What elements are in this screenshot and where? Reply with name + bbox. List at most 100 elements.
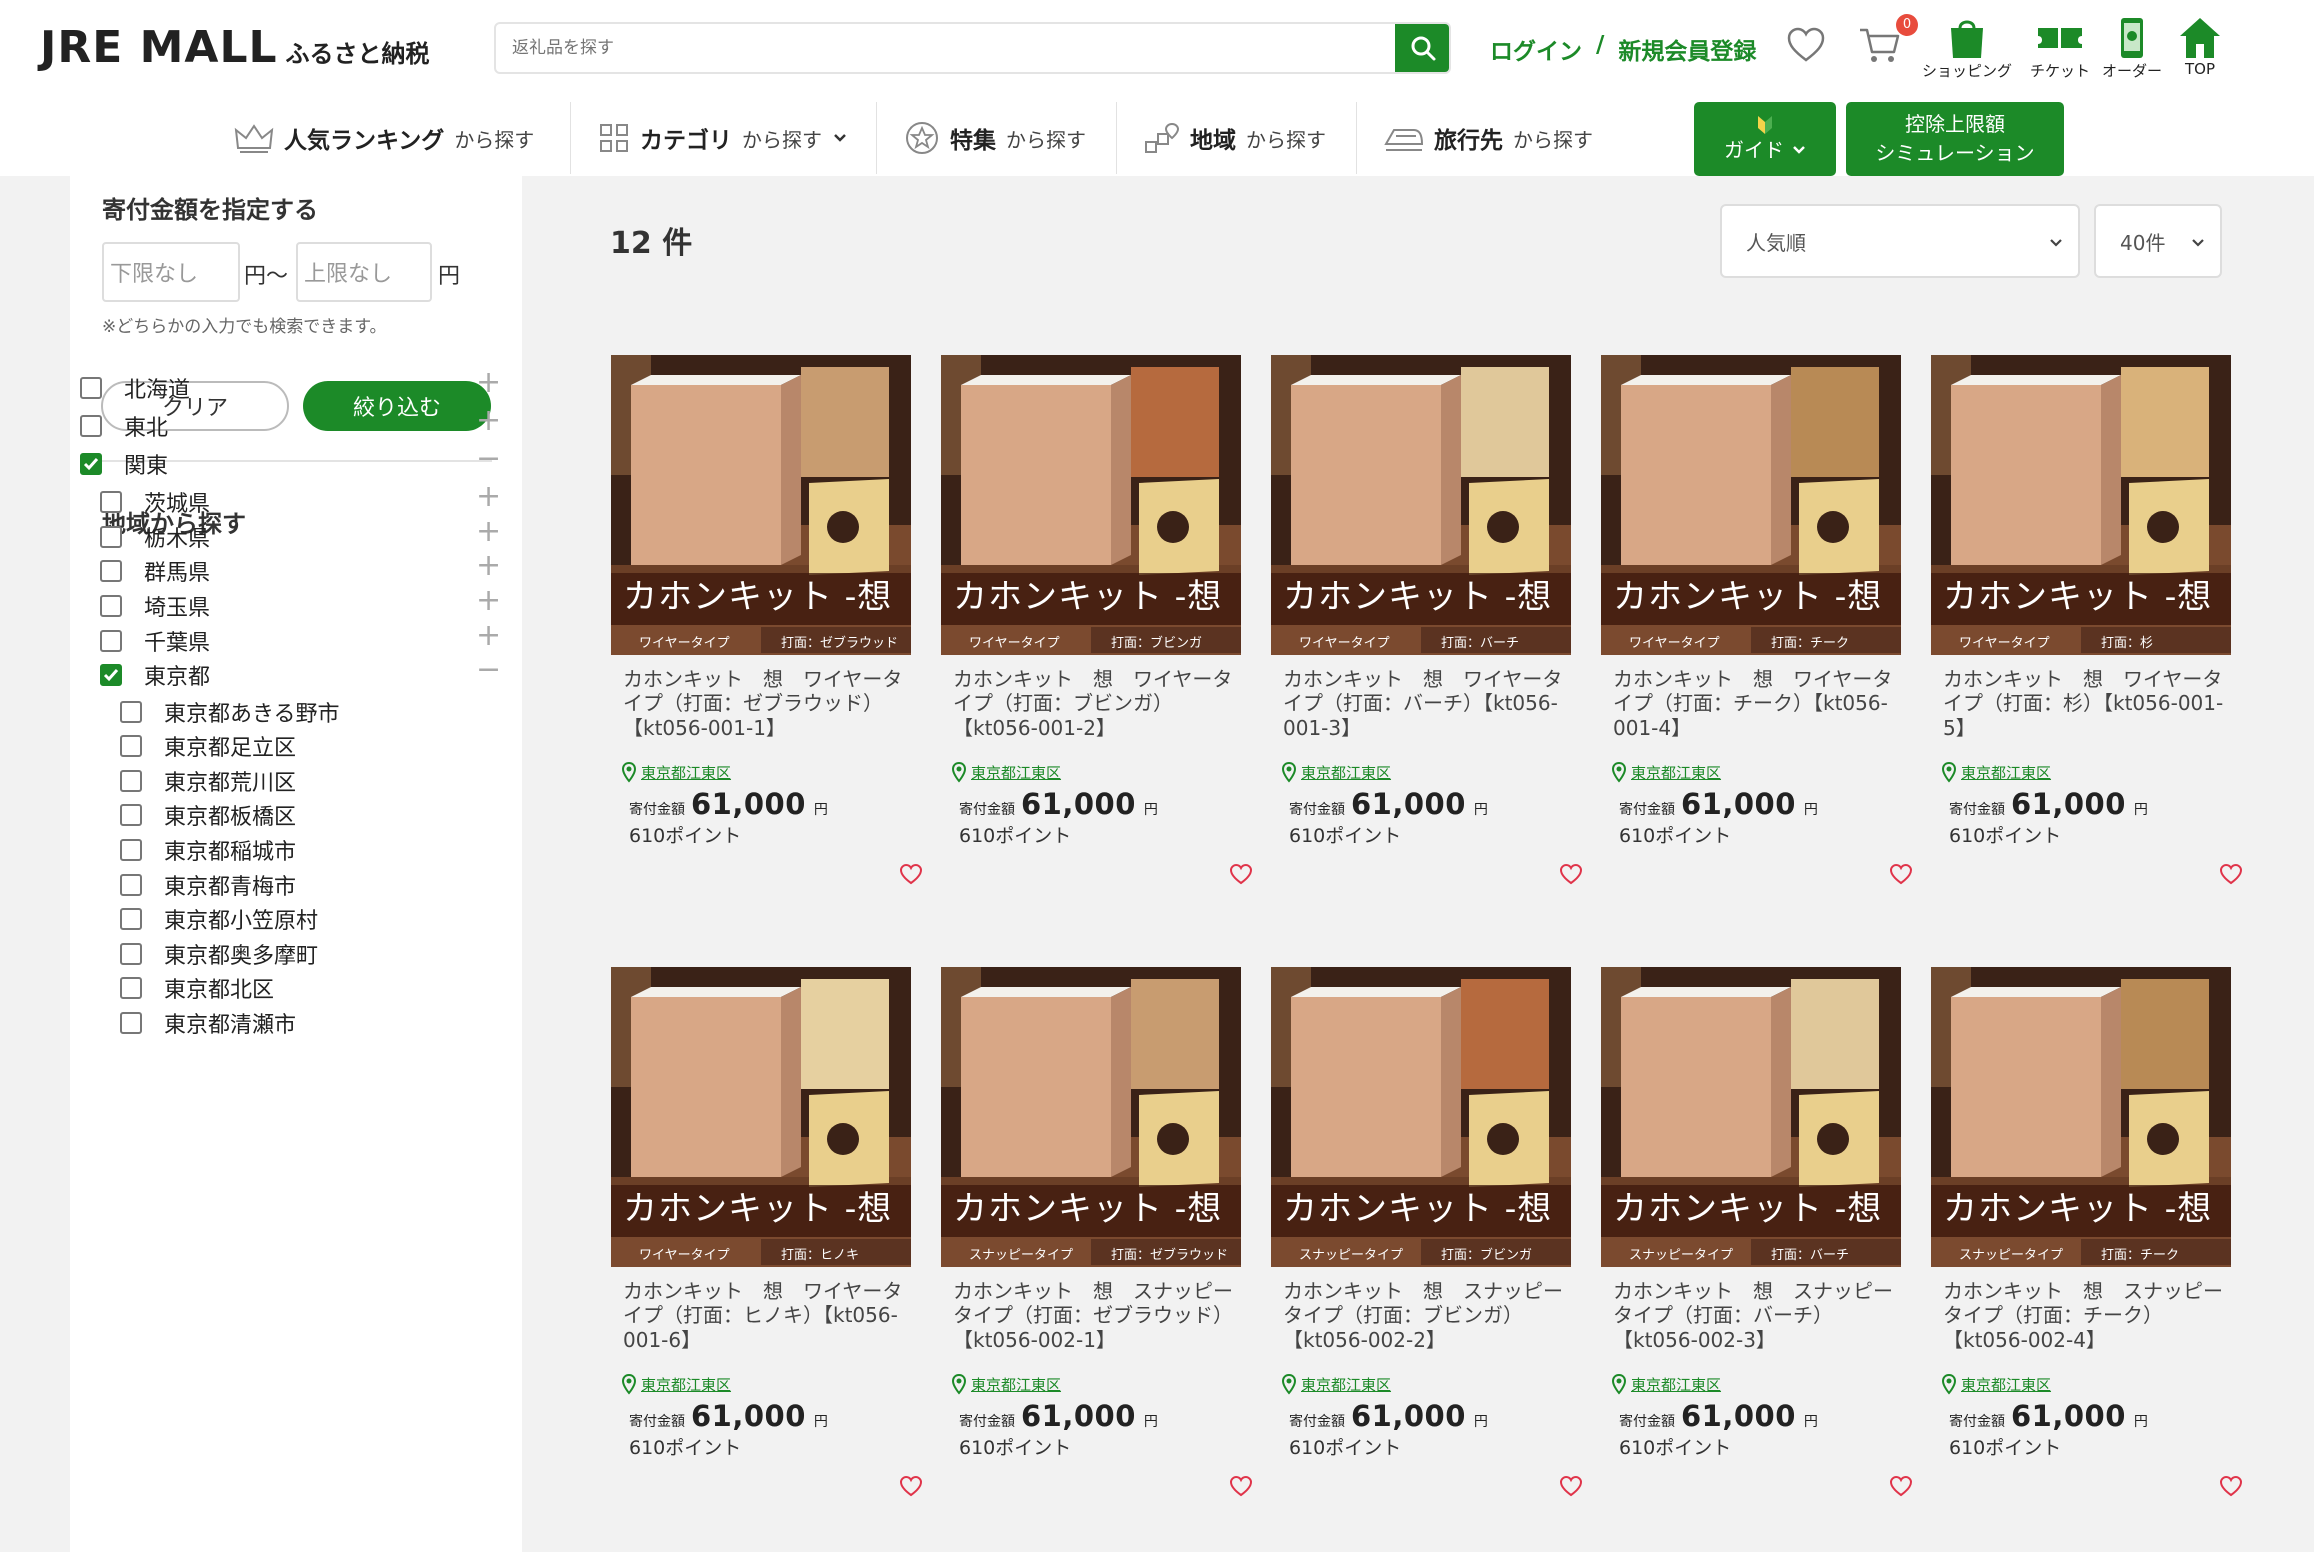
nav-category[interactable]: カテゴリ から探す: [598, 100, 848, 176]
nav-feature[interactable]: 特集 から探す: [904, 100, 1086, 176]
product-image[interactable]: カホンキット -想 ワイヤータイプ 打面：ヒノキ: [611, 967, 911, 1267]
favorites-button[interactable]: [1786, 26, 1826, 64]
region-item[interactable]: 東京都板橋区: [120, 799, 296, 831]
register-link[interactable]: 新規会員登録: [1618, 32, 1756, 66]
product-image[interactable]: カホンキット -想 スナッピータイプ 打面：ブビンガ: [1271, 967, 1571, 1267]
site-logo[interactable]: JRE MALL ふるさと納税: [40, 22, 430, 73]
shopping-link[interactable]: ショッピング: [1922, 14, 2012, 81]
favorite-button[interactable]: [899, 863, 923, 889]
product-card[interactable]: カホンキット -想 スナッピータイプ 打面：ブビンガカホンキット 想 スナッピータイ…: [1271, 967, 1583, 1527]
product-image[interactable]: カホンキット -想 スナッピータイプ 打面：チーク: [1931, 967, 2231, 1267]
region-item[interactable]: 東京都荒川区: [120, 765, 296, 797]
favorite-button[interactable]: [1889, 1475, 1913, 1501]
max-amount-input[interactable]: 上限なし: [296, 242, 432, 302]
collapse-icon[interactable]: −: [476, 655, 501, 685]
region-item[interactable]: 東北: [80, 410, 168, 442]
product-title[interactable]: カホンキット 想 ワイヤータイプ（打面：バーチ）【kt056-001-3】: [1283, 667, 1567, 740]
nav-ranking[interactable]: 人気ランキング から探す: [234, 100, 534, 176]
product-title[interactable]: カホンキット 想 ワイヤータイプ（打面：ゼブラウッド）【kt056-001-1】: [623, 667, 907, 740]
simulation-button[interactable]: 控除上限額 シミュレーション: [1846, 102, 2064, 176]
favorite-button[interactable]: [2219, 863, 2243, 889]
region-checkbox[interactable]: [120, 735, 142, 757]
favorite-button[interactable]: [1229, 863, 1253, 889]
region-item[interactable]: 北海道: [80, 372, 190, 404]
guide-button[interactable]: ガイド: [1694, 102, 1836, 176]
sort-select[interactable]: 人気順: [1720, 204, 2080, 278]
product-image[interactable]: カホンキット -想 スナッピータイプ 打面：バーチ: [1601, 967, 1901, 1267]
product-image[interactable]: カホンキット -想 ワイヤータイプ 打面：バーチ: [1271, 355, 1571, 655]
region-item[interactable]: 東京都足立区: [120, 730, 296, 762]
nav-region[interactable]: 地域 から探す: [1144, 100, 1326, 176]
cart-button[interactable]: [1858, 26, 1902, 66]
region-item[interactable]: 関東: [80, 448, 168, 480]
product-card[interactable]: カホンキット -想 スナッピータイプ 打面：チークカホンキット 想 スナッピータイプ…: [1931, 967, 2243, 1527]
region-item[interactable]: 栃木県: [100, 521, 210, 553]
expand-icon[interactable]: +: [476, 517, 501, 547]
product-title[interactable]: カホンキット 想 ワイヤータイプ（打面：チーク）【kt056-001-4】: [1613, 667, 1897, 740]
product-location[interactable]: 東京都江東区: [1941, 1373, 2051, 1395]
product-title[interactable]: カホンキット 想 ワイヤータイプ（打面：杉）【kt056-001-5】: [1943, 667, 2227, 740]
nav-travel[interactable]: 旅行先 から探す: [1384, 100, 1593, 176]
per-page-select[interactable]: 40件: [2094, 204, 2222, 278]
product-location[interactable]: 東京都江東区: [621, 761, 731, 783]
region-item[interactable]: 東京都: [100, 659, 210, 691]
product-image[interactable]: カホンキット -想 ワイヤータイプ 打面：杉: [1931, 355, 2231, 655]
expand-icon[interactable]: +: [476, 551, 501, 581]
region-item[interactable]: 東京都あきる野市: [120, 696, 340, 728]
product-card[interactable]: カホンキット -想 ワイヤータイプ 打面：バーチカホンキット 想 ワイヤータイプ（打…: [1271, 355, 1583, 915]
ticket-link[interactable]: チケット: [2030, 14, 2090, 81]
expand-icon[interactable]: +: [476, 586, 501, 616]
expand-icon[interactable]: +: [476, 406, 501, 436]
product-card[interactable]: カホンキット -想 ワイヤータイプ 打面：チークカホンキット 想 ワイヤータイプ（打…: [1601, 355, 1913, 915]
product-location[interactable]: 東京都江東区: [1281, 1373, 1391, 1395]
product-card[interactable]: カホンキット -想 スナッピータイプ 打面：バーチカホンキット 想 スナッピータイプ…: [1601, 967, 1913, 1527]
region-checkbox[interactable]: [100, 664, 122, 686]
favorite-button[interactable]: [1889, 863, 1913, 889]
product-card[interactable]: カホンキット -想 ワイヤータイプ 打面：ブビンガカホンキット 想 ワイヤータイプ（…: [941, 355, 1253, 915]
region-checkbox[interactable]: [120, 770, 142, 792]
region-checkbox[interactable]: [120, 943, 142, 965]
expand-icon[interactable]: +: [476, 482, 501, 512]
product-card[interactable]: カホンキット -想 スナッピータイプ 打面：ゼブラウッドカホンキット 想 スナッピー…: [941, 967, 1253, 1527]
region-checkbox[interactable]: [100, 526, 122, 548]
region-checkbox[interactable]: [100, 630, 122, 652]
region-checkbox[interactable]: [80, 377, 102, 399]
product-image[interactable]: カホンキット -想 ワイヤータイプ 打面：ブビンガ: [941, 355, 1241, 655]
favorite-button[interactable]: [1559, 863, 1583, 889]
product-location[interactable]: 東京都江東区: [1281, 761, 1391, 783]
product-title[interactable]: カホンキット 想 スナッピータイプ（打面：ゼブラウッド）【kt056-002-1…: [953, 1279, 1237, 1352]
region-item[interactable]: 茨城県: [100, 486, 210, 518]
region-checkbox[interactable]: [120, 977, 142, 999]
region-item[interactable]: 東京都小笠原村: [120, 903, 318, 935]
region-checkbox[interactable]: [100, 595, 122, 617]
product-image[interactable]: カホンキット -想 ワイヤータイプ 打面：ゼブラウッド: [611, 355, 911, 655]
region-checkbox[interactable]: [120, 874, 142, 896]
region-checkbox[interactable]: [80, 415, 102, 437]
region-checkbox[interactable]: [120, 1012, 142, 1034]
product-location[interactable]: 東京都江東区: [951, 1373, 1061, 1395]
search-button[interactable]: [1395, 24, 1449, 72]
favorite-button[interactable]: [899, 1475, 923, 1501]
product-card[interactable]: カホンキット -想 ワイヤータイプ 打面：杉カホンキット 想 ワイヤータイプ（打面：…: [1931, 355, 2243, 915]
product-title[interactable]: カホンキット 想 ワイヤータイプ（打面：ブビンガ）【kt056-001-2】: [953, 667, 1237, 740]
product-location[interactable]: 東京都江東区: [621, 1373, 731, 1395]
region-checkbox[interactable]: [100, 560, 122, 582]
region-checkbox[interactable]: [120, 908, 142, 930]
product-location[interactable]: 東京都江東区: [1941, 761, 2051, 783]
region-checkbox[interactable]: [80, 453, 102, 475]
region-item[interactable]: 東京都奥多摩町: [120, 938, 318, 970]
product-image[interactable]: カホンキット -想 ワイヤータイプ 打面：チーク: [1601, 355, 1901, 655]
product-image[interactable]: カホンキット -想 スナッピータイプ 打面：ゼブラウッド: [941, 967, 1241, 1267]
region-item[interactable]: 千葉県: [100, 625, 210, 657]
order-link[interactable]: オーダー: [2102, 14, 2162, 81]
top-link[interactable]: TOP: [2178, 14, 2222, 78]
product-title[interactable]: カホンキット 想 スナッピータイプ（打面：バーチ）【kt056-002-3】: [1613, 1279, 1897, 1352]
login-link[interactable]: ログイン: [1490, 32, 1582, 66]
product-title[interactable]: カホンキット 想 スナッピータイプ（打面：チーク）【kt056-002-4】: [1943, 1279, 2227, 1352]
product-title[interactable]: カホンキット 想 スナッピータイプ（打面：ブビンガ）【kt056-002-2】: [1283, 1279, 1567, 1352]
region-checkbox[interactable]: [120, 701, 142, 723]
product-title[interactable]: カホンキット 想 ワイヤータイプ（打面：ヒノキ）【kt056-001-6】: [623, 1279, 907, 1352]
region-item[interactable]: 東京都稲城市: [120, 834, 296, 866]
expand-icon[interactable]: +: [476, 368, 501, 398]
expand-icon[interactable]: +: [476, 621, 501, 651]
